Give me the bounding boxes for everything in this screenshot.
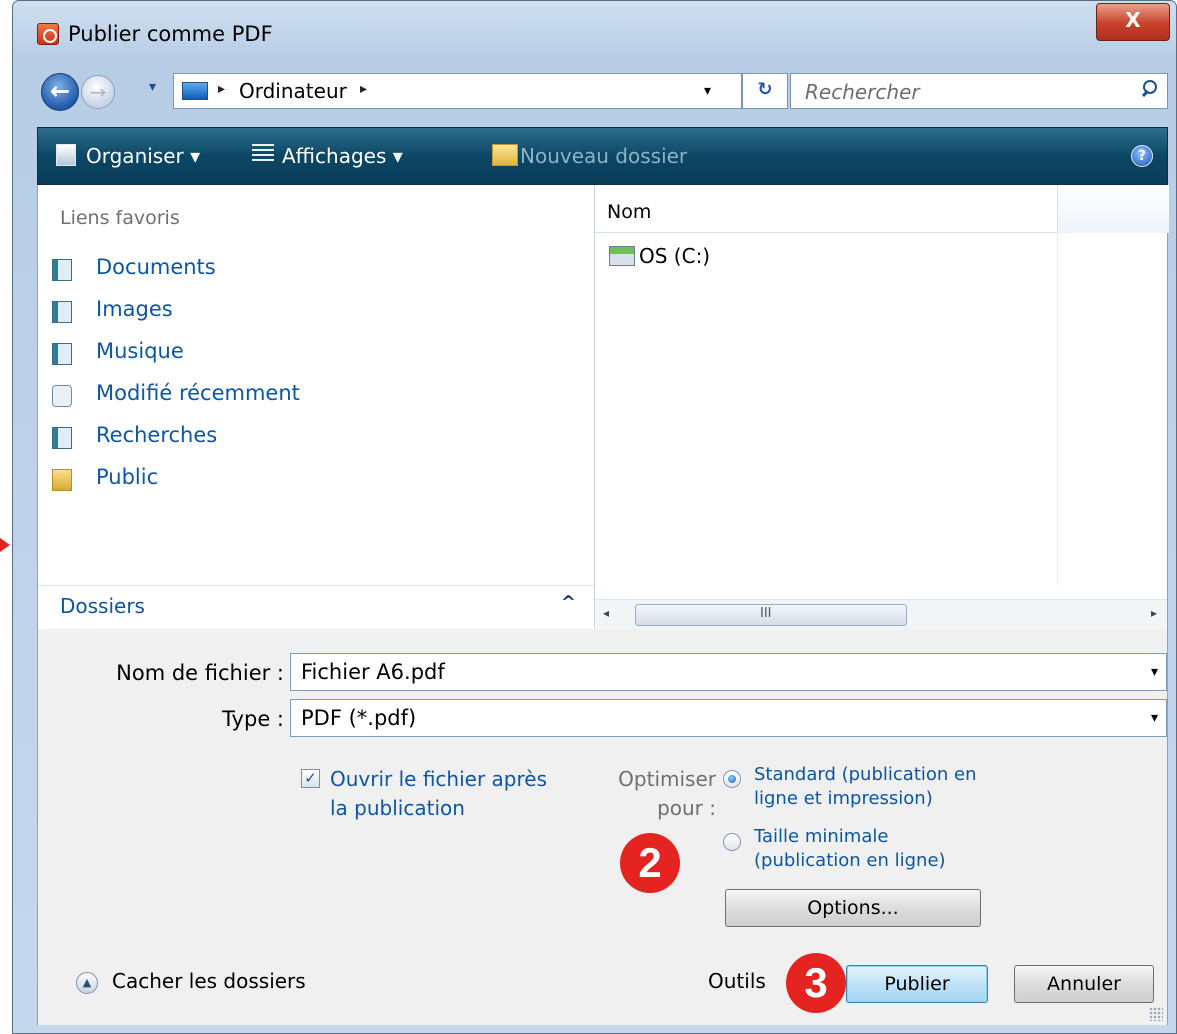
favorite-label: Modifié récemment <box>96 381 300 405</box>
search-placeholder: Rechercher <box>805 80 920 104</box>
publish-button[interactable]: Publier <box>846 965 988 1003</box>
column-header-name[interactable]: Nom <box>607 201 651 223</box>
radio-minimal-size-label-line1: Taille minimale <box>754 826 889 847</box>
publish-pdf-dialog: Publier comme PDF X ← → ▾ ▸ Ordinateur ▸… <box>12 0 1177 1034</box>
forward-button[interactable]: → <box>81 75 115 109</box>
filename-label: Nom de fichier : <box>116 661 284 685</box>
documents-icon <box>52 259 72 281</box>
tools-menu-button[interactable]: Outils <box>708 969 766 993</box>
help-icon[interactable]: ? <box>1131 145 1153 167</box>
favorite-link-documents[interactable]: Documents <box>52 255 452 285</box>
refresh-button[interactable]: ↻ <box>742 73 788 109</box>
column-divider <box>1057 233 1058 585</box>
radio-standard-label-line2: ligne et impression) <box>754 788 933 809</box>
filename-field[interactable]: Fichier A6.pdf ▾ <box>290 653 1167 691</box>
searches-icon <box>52 427 72 449</box>
favorite-link-recent[interactable]: Modifié récemment <box>52 381 452 411</box>
open-after-publish-label[interactable]: Ouvrir le fichier après la publication <box>330 765 600 823</box>
optimize-for-label-line1: Optimiser <box>618 767 716 791</box>
public-folder-icon <box>52 469 72 491</box>
favorite-label: Musique <box>96 339 184 363</box>
collapse-caret-icon[interactable]: ^ <box>561 592 576 613</box>
radio-standard-label[interactable]: Standard (publication en ligne et impres… <box>754 763 1014 811</box>
images-icon <box>52 301 72 323</box>
horizontal-scrollbar[interactable]: ◂ III ▸ <box>595 599 1167 629</box>
favorites-pane: Liens favoris Documents Images Musique M… <box>37 185 594 629</box>
resize-grip-icon[interactable] <box>1149 1007 1163 1021</box>
hide-folders-button[interactable]: ▲ Cacher les dossiers <box>76 969 376 999</box>
callout-badge-2: 2 <box>620 833 680 893</box>
scroll-left-icon[interactable]: ◂ <box>603 606 609 620</box>
optimize-for-label-line2: pour : <box>657 796 716 820</box>
file-list-item-label: OS (C:) <box>639 244 711 268</box>
file-type-select[interactable]: PDF (*.pdf) ▾ <box>290 699 1167 737</box>
radio-standard[interactable] <box>723 770 741 788</box>
favorite-label: Public <box>96 465 159 489</box>
file-list-pane: Nom OS (C:) ◂ III ▸ <box>594 185 1169 629</box>
breadcrumb-separator-icon[interactable]: ▸ <box>360 81 367 97</box>
views-icon <box>252 144 274 164</box>
optimize-for-label: Optimiser pour : <box>598 765 716 823</box>
close-button[interactable]: X <box>1096 3 1170 41</box>
chevron-down-icon[interactable]: ▾ <box>1151 664 1158 680</box>
callout-pointer-arrow <box>0 538 10 552</box>
organise-menu-button[interactable]: Organiser ▾ <box>86 144 200 168</box>
drive-icon <box>609 246 635 266</box>
pdf-publisher-icon <box>37 23 59 45</box>
folders-toggle-bar[interactable]: Dossiers ^ <box>38 585 594 629</box>
scroll-right-icon[interactable]: ▸ <box>1151 606 1157 620</box>
filename-value: Fichier A6.pdf <box>301 660 445 684</box>
favorite-label: Recherches <box>96 423 218 447</box>
navigation-bar: ← → ▾ ▸ Ordinateur ▸ ▾ ↻ Rechercher <box>13 63 1176 121</box>
type-label: Type : <box>222 707 284 731</box>
title-bar: Publier comme PDF X <box>13 1 1176 63</box>
views-menu-button[interactable]: Affichages ▾ <box>282 144 403 168</box>
file-type-value: PDF (*.pdf) <box>301 706 417 730</box>
organise-icon <box>56 144 76 166</box>
breadcrumb-separator-icon[interactable]: ▸ <box>218 81 225 97</box>
search-input[interactable]: Rechercher <box>790 73 1168 109</box>
address-dropdown-icon[interactable]: ▾ <box>704 83 711 99</box>
chevron-down-icon[interactable]: ▾ <box>1151 710 1158 726</box>
radio-standard-label-line1: Standard (publication en <box>754 764 977 785</box>
radio-minimal-size-label-line2: (publication en ligne) <box>754 850 946 871</box>
scroll-thumb[interactable]: III <box>635 604 907 626</box>
address-bar[interactable]: ▸ Ordinateur ▸ ▾ <box>173 73 742 109</box>
history-dropdown-icon[interactable]: ▾ <box>149 79 156 95</box>
callout-badge-3: 3 <box>786 953 846 1013</box>
music-icon <box>52 343 72 365</box>
favorite-label: Documents <box>96 255 216 279</box>
command-toolbar: Organiser ▾ Affichages ▾ Nouveau dossier… <box>37 127 1168 185</box>
open-after-publish-label-line1: Ouvrir le fichier après <box>330 767 548 791</box>
computer-icon <box>182 82 208 100</box>
column-header: Nom <box>595 185 1169 233</box>
favorite-link-images[interactable]: Images <box>52 297 452 327</box>
column-header-empty[interactable] <box>1057 185 1169 233</box>
file-list-item-drive-c[interactable]: OS (C:) <box>609 243 809 271</box>
favorite-link-music[interactable]: Musique <box>52 339 452 369</box>
open-after-publish-label-line2: la publication <box>330 796 465 820</box>
folders-label: Dossiers <box>60 594 145 618</box>
search-icon[interactable] <box>1141 80 1157 96</box>
new-folder-icon <box>492 144 518 166</box>
hide-folders-label: Cacher les dossiers <box>112 969 306 993</box>
window-title: Publier comme PDF <box>68 22 273 46</box>
favorite-link-public[interactable]: Public <box>52 465 452 495</box>
scroll-grip-icon: III <box>760 606 772 621</box>
radio-minimal-size[interactable] <box>723 833 741 851</box>
options-button[interactable]: Options... <box>725 889 981 927</box>
breadcrumb-ordinateur[interactable]: Ordinateur <box>239 79 347 103</box>
favorites-header: Liens favoris <box>60 207 180 229</box>
radio-minimal-size-label[interactable]: Taille minimale (publication en ligne) <box>754 825 1014 873</box>
save-options-area: Nom de fichier : Fichier A6.pdf ▾ Type :… <box>37 629 1168 1025</box>
back-button[interactable]: ← <box>41 73 79 111</box>
open-after-publish-checkbox[interactable]: ✓ <box>301 769 320 788</box>
new-folder-button[interactable]: Nouveau dossier <box>520 144 687 168</box>
chevron-up-icon: ▲ <box>76 972 98 994</box>
favorite-link-searches[interactable]: Recherches <box>52 423 452 453</box>
favorite-label: Images <box>96 297 173 321</box>
recent-icon <box>52 385 72 407</box>
cancel-button[interactable]: Annuler <box>1014 965 1154 1003</box>
